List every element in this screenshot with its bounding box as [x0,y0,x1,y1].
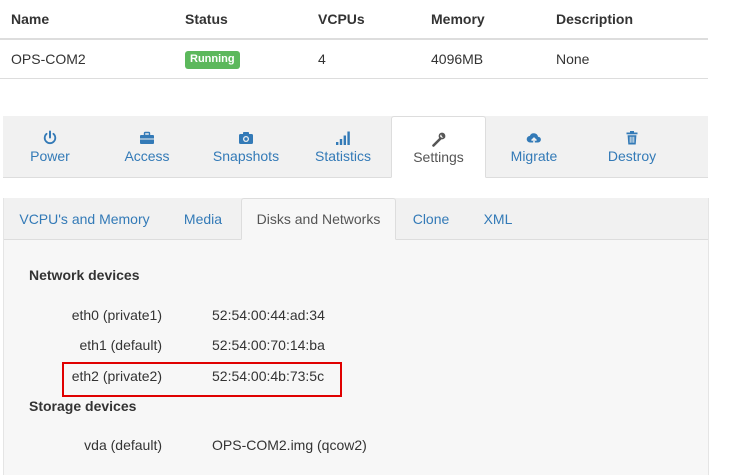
panel-border [708,198,709,475]
tab-destroy-label: Destroy [607,148,657,164]
network-device-mac: 52:54:00:70:14:ba [212,337,325,353]
main-tab-bar: Power Access Snapshots Statistics Settin… [3,116,708,178]
tab-snapshots-label: Snapshots [212,148,280,164]
storage-device-file: OPS-COM2.img (qcow2) [212,437,367,453]
instance-memory: 4096MB [420,39,545,79]
instance-info-table: Name Status VCPUs Memory Description OPS… [0,0,708,79]
tab-access-label: Access [124,148,170,164]
header-name: Name [0,0,174,40]
network-device-mac: 52:54:00:44:ad:34 [212,307,325,323]
network-devices-heading: Network devices [29,267,140,283]
instance-description: None [545,39,708,79]
table-row: OPS-COM2 Running 4 4096MB None [0,39,708,79]
tab-migrate[interactable]: Migrate [486,116,582,177]
network-device-name: eth0 (private1) [71,307,162,323]
storage-device-name: vda (default) [84,437,162,453]
tab-vcpu-memory[interactable]: VCPU's and Memory [4,198,165,239]
briefcase-icon [97,127,197,147]
tab-settings[interactable]: Settings [391,116,486,178]
header-vcpus: VCPUs [307,0,420,40]
tab-power[interactable]: Power [3,116,97,177]
power-icon [3,127,97,147]
sub-tab-bar: VCPU's and Memory Media Disks and Networ… [4,198,709,240]
tab-disks-networks[interactable]: Disks and Networks [241,198,396,240]
header-status: Status [174,0,307,40]
header-description: Description [545,0,708,40]
status-badge: Running [185,51,240,69]
instance-name: OPS-COM2 [0,39,174,79]
tab-power-label: Power [30,148,70,164]
tab-statistics[interactable]: Statistics [295,116,391,177]
tab-media[interactable]: Media [165,198,241,239]
signal-icon [295,127,391,147]
tab-settings-label: Settings [413,149,464,165]
instance-vcpus: 4 [307,39,420,79]
wrench-icon [392,128,485,148]
network-device-name: eth1 (default) [79,337,163,353]
network-device-mac: 52:54:00:4b:73:5c [212,368,325,384]
tab-snapshots[interactable]: Snapshots [197,116,295,177]
tab-xml[interactable]: XML [466,198,530,239]
table-header-row: Name Status VCPUs Memory Description [0,0,708,40]
trash-icon [582,127,682,147]
instance-page: Name Status VCPUs Memory Description OPS… [0,0,750,475]
network-device-name: eth2 (private2) [71,368,162,384]
tab-clone[interactable]: Clone [396,198,466,239]
tab-destroy[interactable]: Destroy [582,116,682,177]
tab-access[interactable]: Access [97,116,197,177]
storage-devices-heading: Storage devices [29,398,137,414]
tab-statistics-label: Statistics [314,148,371,164]
cloud-upload-icon [486,127,582,147]
header-memory: Memory [420,0,545,40]
tab-migrate-label: Migrate [510,148,558,164]
camera-icon [197,127,295,147]
instance-status-cell: Running [174,39,307,79]
